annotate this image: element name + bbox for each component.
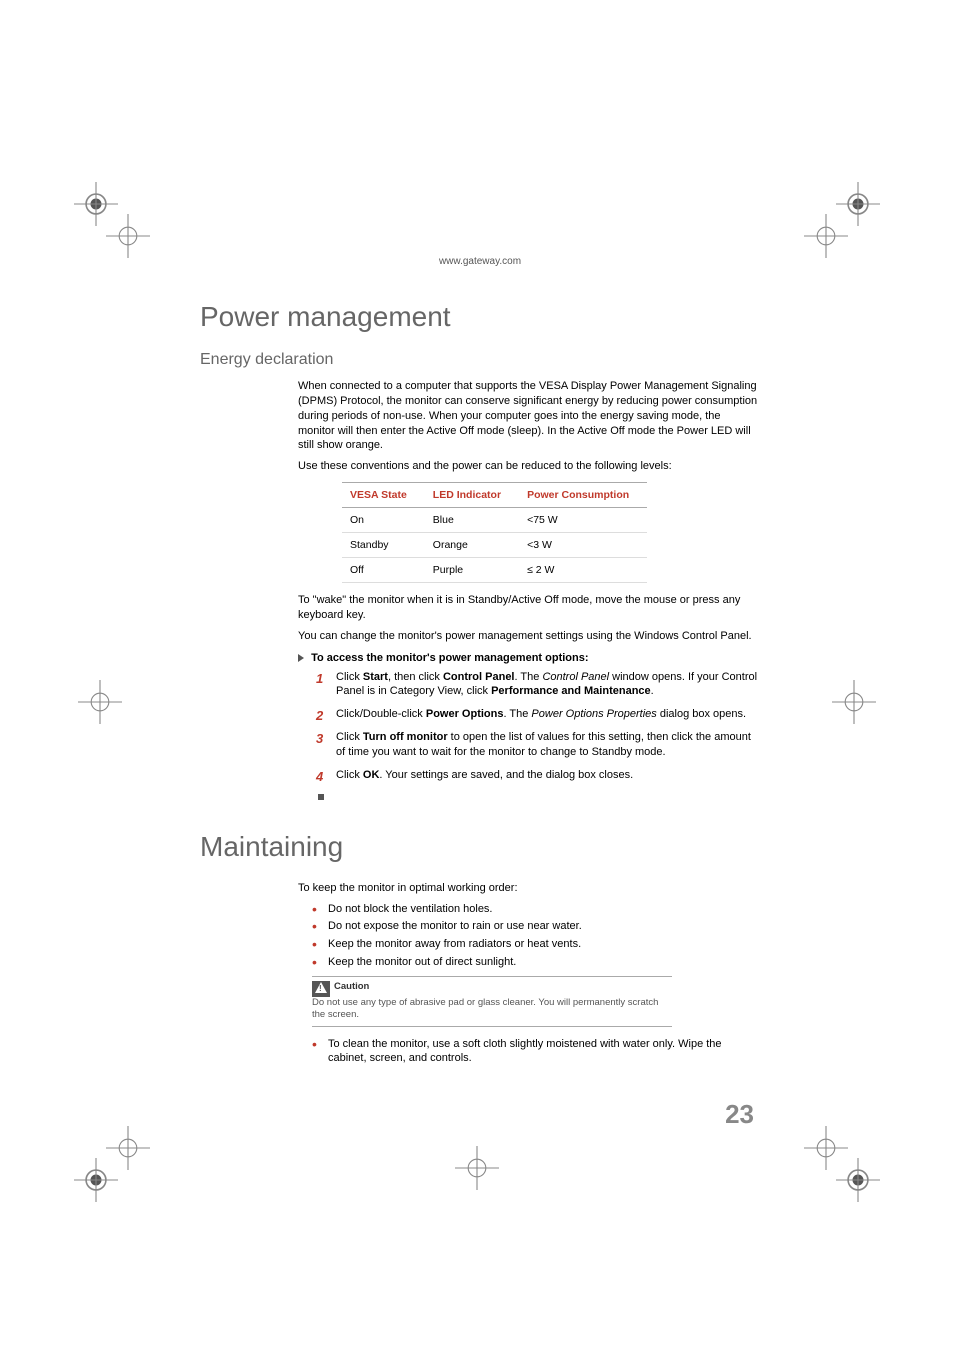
step-item: Click OK. Your settings are saved, and t… [316, 768, 760, 783]
bullet-list: Do not block the ventilation holes. Do n… [312, 902, 760, 970]
list-item: To clean the monitor, use a soft cloth s… [312, 1037, 760, 1067]
caution-icon: ! [312, 981, 330, 997]
registration-mark-icon [106, 1126, 150, 1170]
procedure-steps: Click Start, then click Control Panel. T… [316, 670, 760, 783]
subsection-title-energy-declaration: Energy declaration [200, 351, 760, 369]
vesa-table: VESA State LED Indicator Power Consumpti… [342, 482, 647, 583]
list-item: Keep the monitor away from radiators or … [312, 937, 760, 952]
section-title-maintaining: Maintaining [200, 831, 760, 863]
table-header: Power Consumption [519, 483, 647, 508]
registration-mark-icon [455, 1146, 499, 1190]
table-row: Standby Orange <3 W [342, 533, 647, 558]
step-item: Click Start, then click Control Panel. T… [316, 670, 760, 700]
table-row: Off Purple ≤ 2 W [342, 558, 647, 583]
header-url: www.gateway.com [200, 256, 760, 267]
table-row: On Blue <75 W [342, 508, 647, 533]
paragraph: When connected to a computer that suppor… [298, 379, 760, 453]
list-item: Do not expose the monitor to rain or use… [312, 919, 760, 934]
registration-mark-icon [804, 1126, 848, 1170]
step-item: Click/Double-click Power Options. The Po… [316, 707, 760, 722]
paragraph: You can change the monitor's power manag… [298, 629, 760, 644]
registration-mark-icon [832, 680, 876, 724]
table-header: VESA State [342, 483, 425, 508]
bullet-list: To clean the monitor, use a soft cloth s… [312, 1037, 760, 1067]
page-content: www.gateway.com Power management Energy … [200, 256, 760, 1072]
list-item: Keep the monitor out of direct sunlight. [312, 955, 760, 970]
end-of-procedure-icon [318, 794, 324, 800]
page-number: 23 [725, 1099, 754, 1130]
caution-box: !Caution Do not use any type of abrasive… [312, 976, 672, 1027]
list-item: Do not block the ventilation holes. [312, 902, 760, 917]
paragraph: To "wake" the monitor when it is in Stan… [298, 593, 760, 623]
registration-mark-icon [78, 680, 122, 724]
step-item: Click Turn off monitor to open the list … [316, 730, 760, 760]
paragraph: Use these conventions and the power can … [298, 459, 760, 474]
registration-mark-icon [804, 214, 848, 258]
section-title-power-management: Power management [200, 301, 760, 333]
registration-mark-icon [106, 214, 150, 258]
paragraph: To keep the monitor in optimal working o… [298, 881, 760, 896]
table-header: LED Indicator [425, 483, 519, 508]
procedure-heading: To access the monitor's power management… [298, 652, 760, 664]
triangle-icon [298, 654, 304, 662]
